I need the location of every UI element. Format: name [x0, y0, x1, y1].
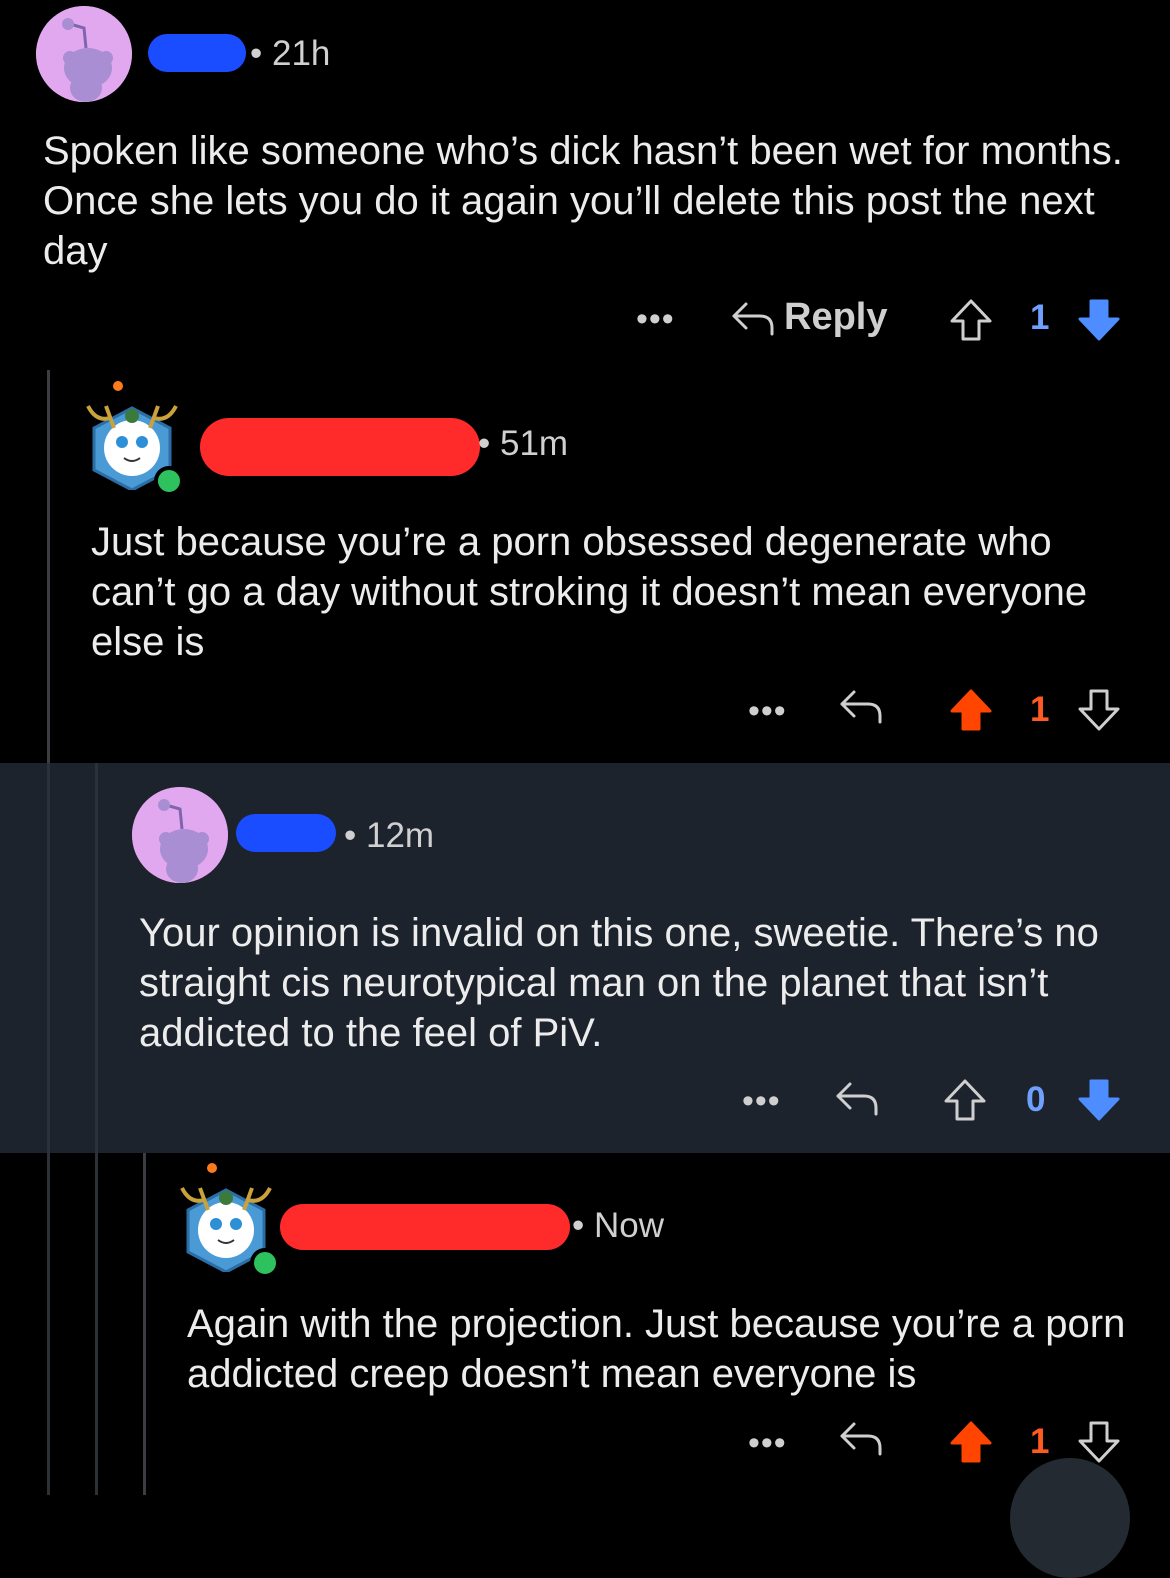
online-status-dot [250, 1248, 280, 1278]
vote-score: 0 [1026, 1080, 1046, 1119]
more-options-button[interactable]: ••• [748, 1424, 787, 1463]
comment-body: Spoken like someone who’s dick hasn’t be… [43, 129, 1123, 273]
downvote-icon [1078, 689, 1120, 731]
more-icon: ••• [748, 1424, 787, 1462]
reply-icon [836, 1082, 878, 1116]
thread-line[interactable] [47, 370, 50, 763]
upvote-icon [950, 689, 992, 731]
snoo-avatar[interactable] [36, 6, 132, 102]
vote-score: 1 [1030, 1422, 1050, 1461]
downvote-icon [1078, 1421, 1120, 1463]
thread-line[interactable] [143, 1153, 146, 1495]
more-options-button[interactable]: ••• [636, 300, 675, 339]
reply-icon [840, 1422, 882, 1456]
upvote-button[interactable] [942, 1078, 988, 1127]
upvote-button[interactable] [948, 298, 994, 347]
upvote-icon [950, 1421, 992, 1463]
downvote-button[interactable] [1076, 688, 1122, 737]
reply-icon [732, 302, 774, 335]
thread-line[interactable] [95, 763, 98, 1495]
thread-line[interactable] [47, 763, 50, 1495]
comment-body: Just because you’re a porn obsessed dege… [91, 520, 1088, 664]
redacted-username [200, 418, 480, 476]
downvote-button[interactable] [1076, 298, 1122, 347]
redacted-username [280, 1204, 570, 1250]
reply-button[interactable] [838, 1418, 884, 1463]
redacted-username [148, 34, 246, 72]
comment-timestamp: • 51m [478, 424, 569, 463]
comment-timestamp: • Now [572, 1206, 664, 1245]
more-options-button[interactable]: ••• [742, 1082, 781, 1121]
reply-icon [840, 690, 882, 724]
comment-body: Again with the projection. Just because … [187, 1302, 1126, 1396]
downvote-icon [1078, 299, 1120, 341]
vote-score: 1 [1030, 298, 1050, 337]
comment-timestamp: • 21h [250, 34, 331, 73]
redacted-username [236, 814, 336, 852]
reply-label: Reply [784, 296, 888, 338]
more-icon: ••• [636, 300, 675, 338]
downvote-icon [1078, 1079, 1120, 1121]
vote-score: 1 [1030, 690, 1050, 729]
upvote-button[interactable] [948, 1420, 994, 1469]
comment-timestamp: • 12m [344, 816, 435, 855]
more-options-button[interactable]: ••• [748, 692, 787, 731]
reply-button[interactable] [838, 686, 884, 731]
upvote-icon [950, 299, 992, 341]
more-icon: ••• [742, 1082, 781, 1120]
downvote-button[interactable] [1076, 1078, 1122, 1127]
reply-button[interactable] [834, 1078, 880, 1123]
online-status-dot [154, 466, 184, 496]
more-icon: ••• [748, 692, 787, 730]
reply-button[interactable]: Reply [730, 296, 887, 339]
floating-action-button[interactable] [1010, 1458, 1130, 1578]
comment-body: Your opinion is invalid on this one, swe… [139, 911, 1099, 1055]
upvote-button[interactable] [948, 688, 994, 737]
snoo-avatar[interactable] [132, 787, 228, 883]
upvote-icon [944, 1079, 986, 1121]
